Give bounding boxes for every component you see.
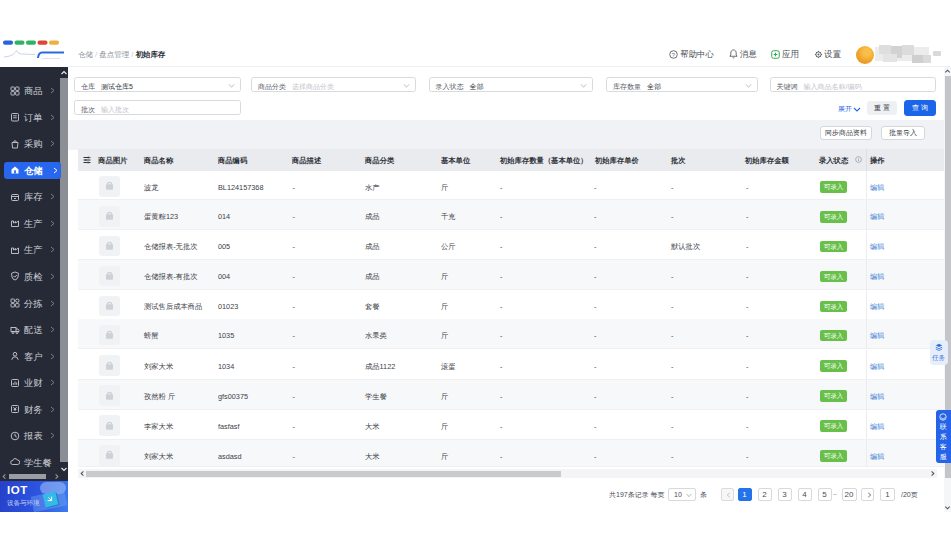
svg-text:?: ? [672, 51, 676, 57]
